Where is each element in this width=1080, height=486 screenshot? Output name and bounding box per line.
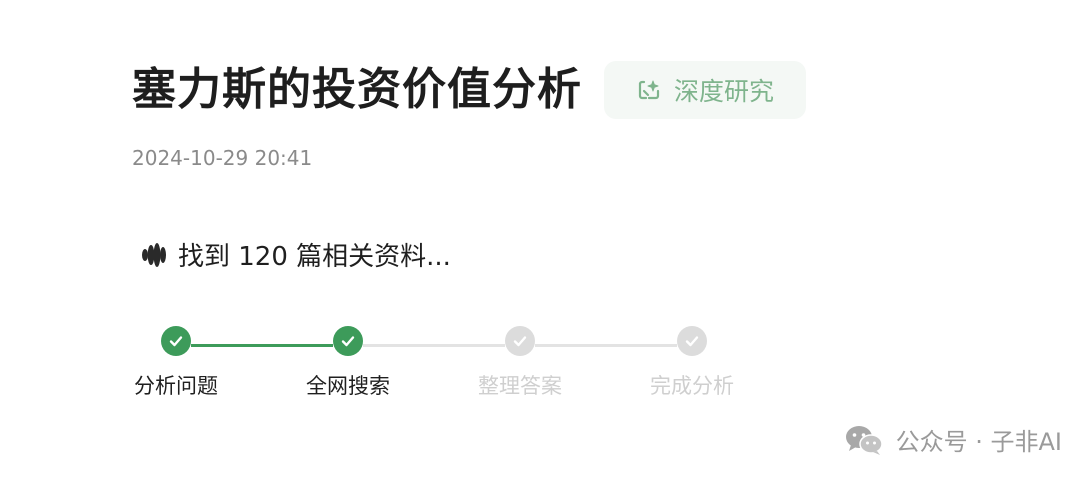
watermark-text: 公众号 · 子非AI (895, 428, 1062, 456)
progress-stepper: 分析问题 全网搜索 整理答案 完成分析 (0, 326, 1080, 406)
step-label: 全网搜索 (306, 374, 390, 398)
step-web-search: 全网搜索 (288, 326, 408, 400)
step-complete-analysis: 完成分析 (632, 326, 752, 400)
sound-wave-icon (138, 240, 168, 270)
step-label: 分析问题 (134, 374, 218, 398)
status-line: 找到 120 篇相关资料... (138, 236, 451, 273)
status-text: 找到 120 篇相关资料... (178, 242, 451, 272)
watermark: 公众号 · 子非AI (844, 422, 1062, 457)
check-icon (677, 326, 707, 356)
step-label: 完成分析 (650, 374, 734, 398)
step-label: 整理答案 (478, 374, 562, 398)
deep-research-label: 深度研究 (673, 77, 774, 106)
check-icon (333, 326, 363, 356)
step-organize-answer: 整理答案 (460, 326, 580, 400)
timestamp: 2024-10-29 20:41 (132, 146, 313, 170)
wechat-icon (844, 424, 884, 456)
page: 塞力斯的投资价值分析 深度研究 2024-10-29 20:41 找到 120 … (0, 0, 1080, 486)
check-icon (505, 326, 535, 356)
deep-research-icon (636, 76, 664, 104)
deep-research-badge[interactable]: 深度研究 (604, 61, 806, 119)
page-title: 塞力斯的投资价值分析 (132, 64, 582, 115)
header: 塞力斯的投资价值分析 深度研究 (132, 58, 806, 122)
step-analyze-question: 分析问题 (116, 326, 236, 400)
check-icon (161, 326, 191, 356)
